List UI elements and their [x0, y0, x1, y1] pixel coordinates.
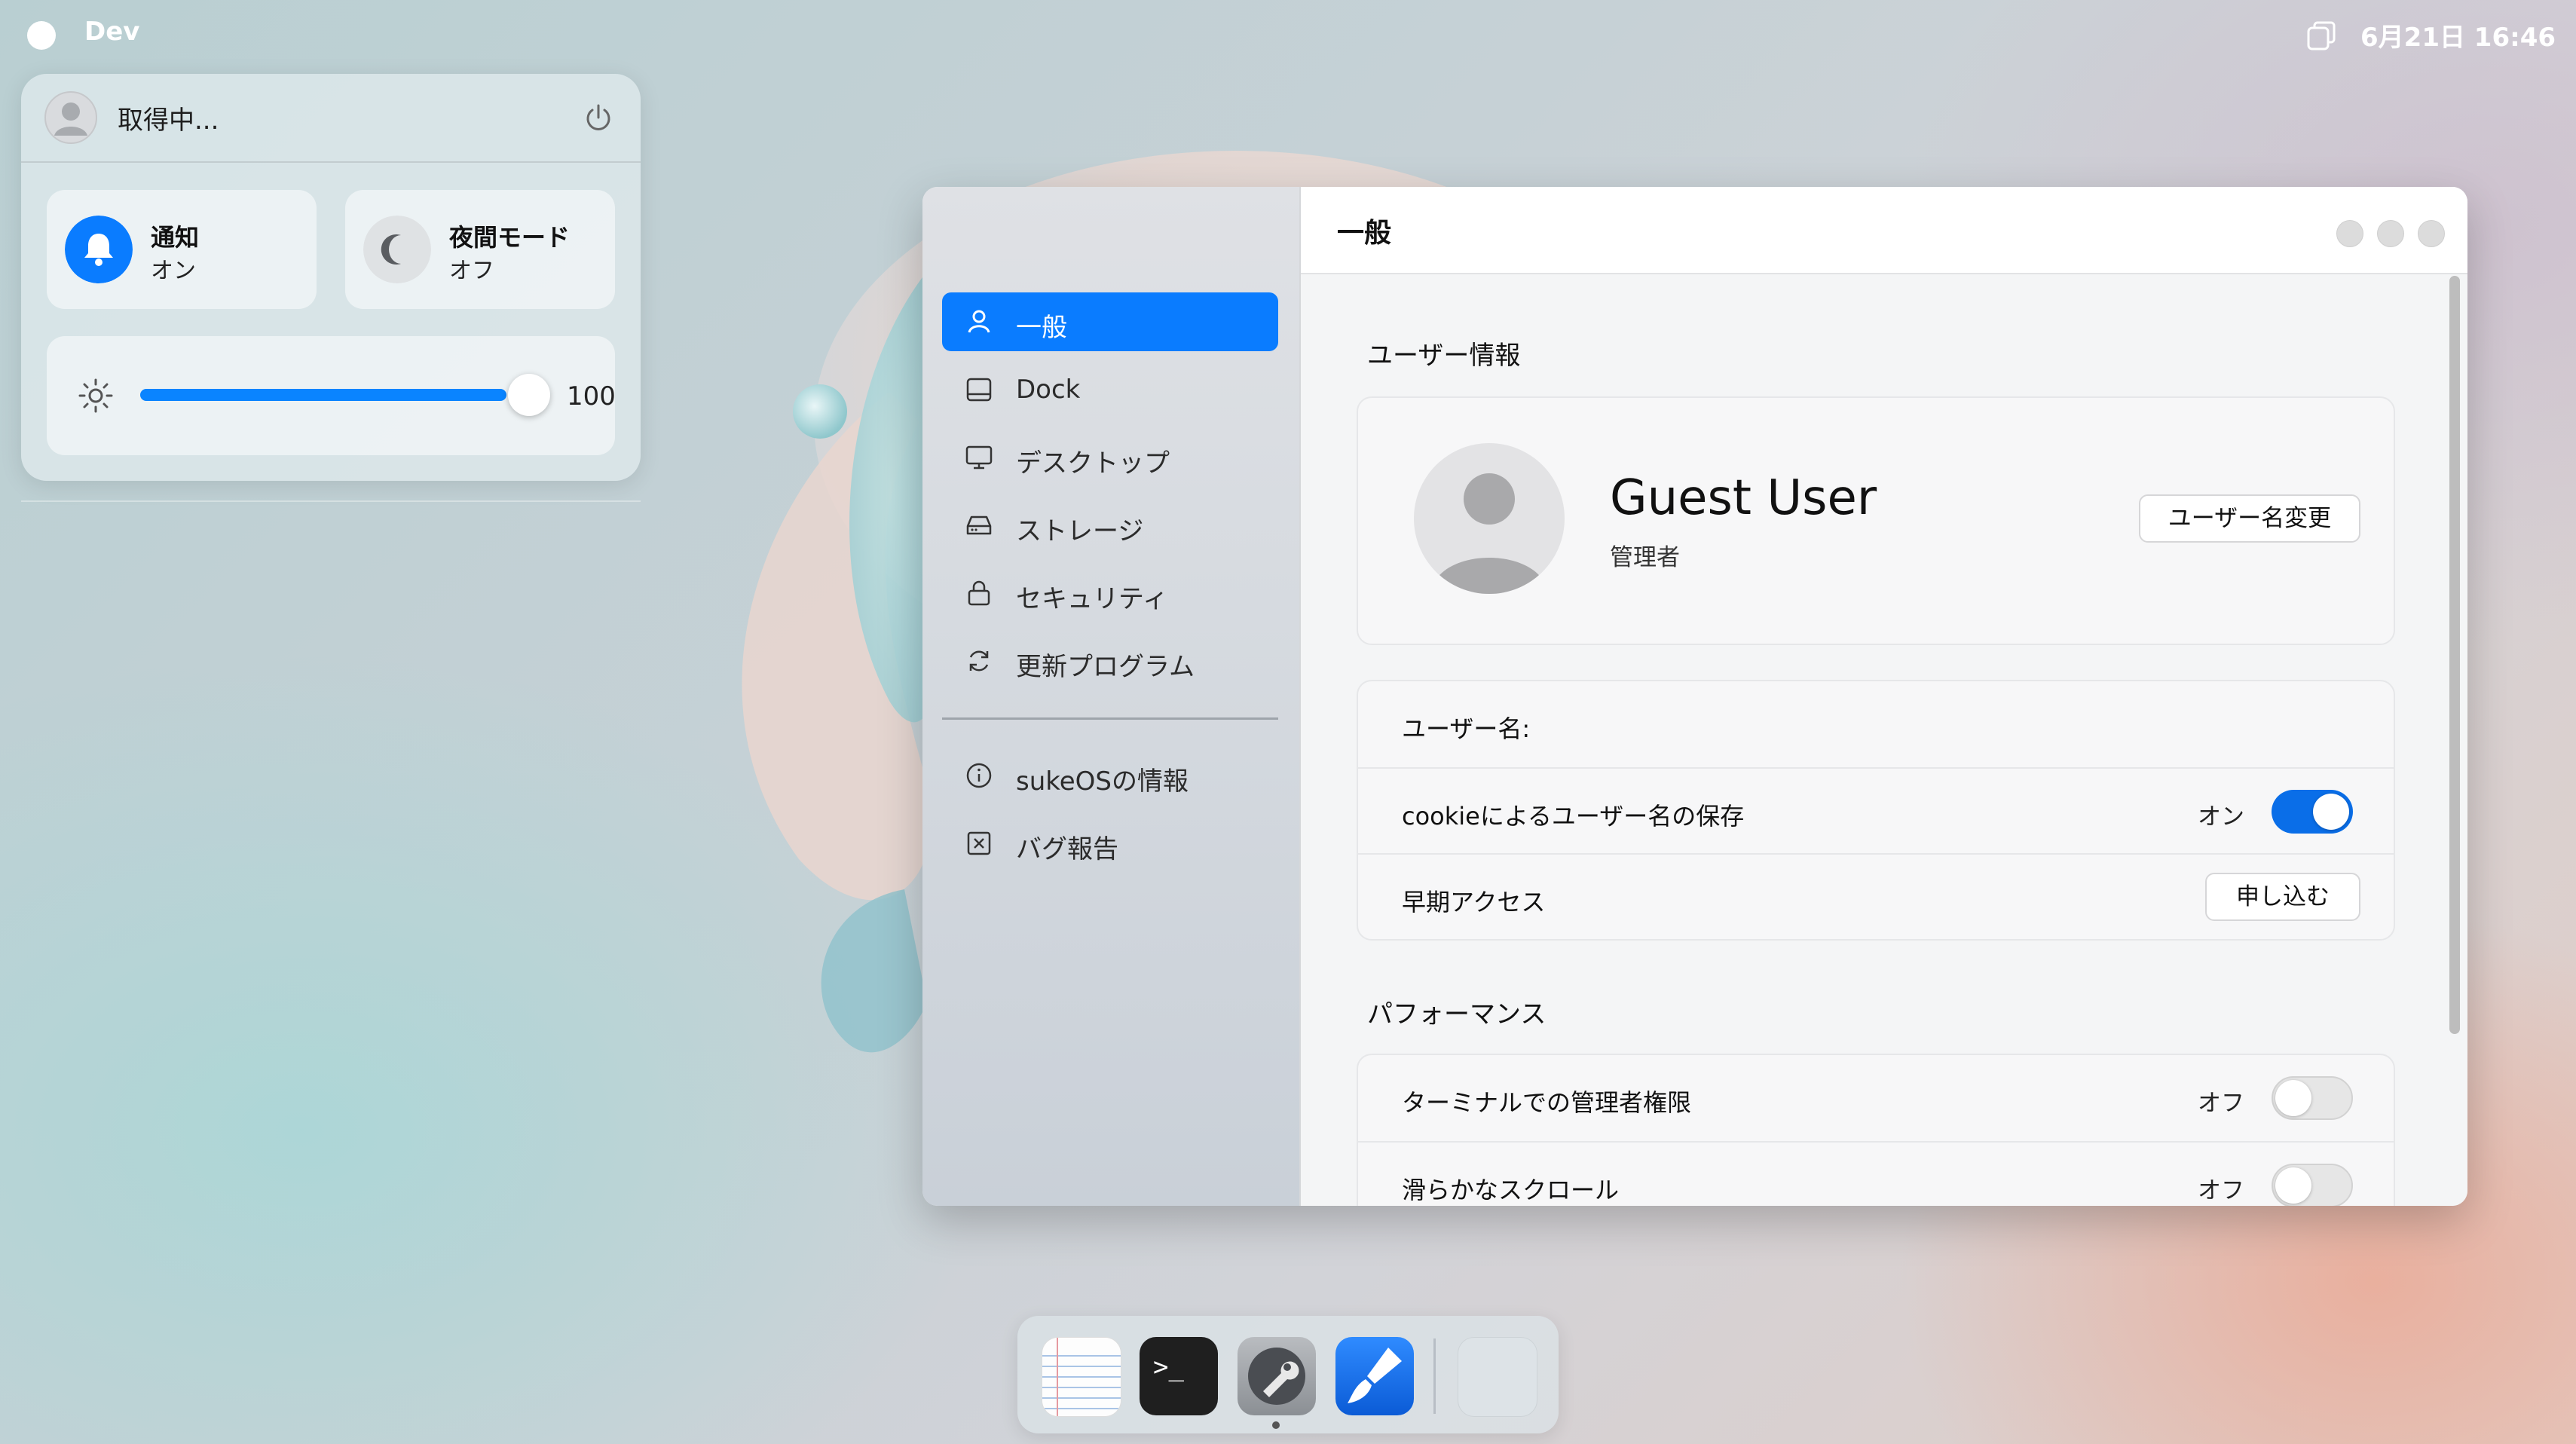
night-mode-state: オフ — [449, 258, 494, 284]
moon-icon — [363, 216, 431, 283]
paintbrush-icon — [1348, 1348, 1402, 1403]
smooth-scroll-toggle[interactable] — [2272, 1164, 2353, 1206]
early-access-label: 早期アクセス — [1402, 888, 1546, 916]
sidebar-item-label: 更新プログラム — [1016, 652, 1195, 682]
sidebar-item-dock[interactable]: Dock — [942, 360, 1278, 419]
dock-app-settings[interactable] — [1238, 1337, 1316, 1415]
performance-card: ターミナルでの管理者権限 オフ 滑らかなスクロール オフ — [1357, 1054, 2395, 1206]
bell-icon — [65, 216, 133, 283]
smooth-scroll-label: 滑らかなスクロール — [1402, 1176, 1620, 1204]
person-icon — [968, 310, 990, 333]
sidebar-item-general[interactable]: 一般 — [942, 292, 1278, 351]
settings-main-panel: 一般 ユーザー情報 Guest User 管理者 ユーザー名変更 ユーザー名: — [1301, 187, 2467, 1206]
wrench-icon — [1248, 1348, 1305, 1405]
early-access-apply-button[interactable]: 申し込む — [2205, 873, 2360, 921]
user-profile-card: Guest User 管理者 ユーザー名変更 — [1357, 396, 2395, 645]
brightness-slider-knob[interactable] — [508, 374, 550, 416]
cookie-save-toggle[interactable] — [2272, 790, 2353, 834]
running-indicator — [1272, 1421, 1280, 1429]
brightness-value: 100 — [567, 381, 616, 411]
sidebar-divider — [942, 717, 1278, 720]
user-settings-card: ユーザー名: cookieによるユーザー名の保存 オン 早期アクセス 申し込む — [1357, 680, 2395, 941]
user-avatar-icon[interactable] — [44, 90, 98, 145]
terminal-admin-state: オフ — [2198, 1090, 2244, 1117]
settings-sidebar: 一般 Dock デスクトップ ストレージ セキュリティ 更新プログラム suke… — [922, 187, 1301, 1206]
night-mode-toggle[interactable]: 夜間モード オフ — [345, 190, 615, 309]
username-row: ユーザー名: — [1358, 681, 2394, 767]
control-center-divider — [21, 500, 641, 502]
sidebar-item-label: セキュリティ — [1016, 584, 1168, 614]
minimize-button[interactable] — [2336, 220, 2363, 247]
drive-icon — [966, 515, 992, 535]
terminal-icon: >_ — [1153, 1352, 1184, 1382]
toggle-knob — [2313, 794, 2349, 830]
toggle-knob — [2275, 1167, 2311, 1204]
monitor-icon — [965, 445, 993, 470]
sidebar-item-label: 一般 — [1016, 313, 1067, 343]
settings-window: 一般 Dock デスクトップ ストレージ セキュリティ 更新プログラム suke… — [922, 187, 2467, 1206]
control-center: 取得中... 通知 オン 夜間モード オフ 100 — [21, 74, 641, 481]
terminal-admin-label: ターミナルでの管理者権限 — [1402, 1088, 1692, 1117]
profile-avatar-icon — [1414, 443, 1565, 594]
user-name: 取得中... — [118, 106, 219, 136]
dock-app-paint[interactable] — [1335, 1337, 1414, 1415]
power-icon[interactable] — [582, 101, 615, 134]
maximize-button[interactable] — [2377, 220, 2404, 247]
system-menu-dot-icon[interactable] — [27, 21, 56, 50]
dock-app-placeholder[interactable] — [1458, 1337, 1537, 1417]
brightness-slider-track[interactable] — [140, 389, 506, 401]
sidebar-item-updates[interactable]: 更新プログラム — [942, 632, 1278, 690]
sidebar-item-label: sukeOSの情報 — [1016, 766, 1189, 797]
close-button[interactable] — [2418, 220, 2445, 247]
dock-app-notes[interactable] — [1042, 1337, 1121, 1417]
notifications-state: オン — [151, 258, 196, 284]
early-access-row: 早期アクセス 申し込む — [1358, 853, 2394, 941]
sidebar-item-bug-report[interactable]: バグ報告 — [942, 814, 1278, 873]
section-title-performance: パフォーマンス — [1367, 999, 1547, 1029]
sidebar-item-about[interactable]: sukeOSの情報 — [942, 746, 1278, 805]
active-app-name: Dev — [84, 17, 140, 47]
brightness-control: 100 — [47, 336, 616, 455]
notifications-label: 通知 — [151, 223, 200, 252]
username-label: ユーザー名: — [1402, 714, 1531, 743]
cookie-save-row: cookieによるユーザー名の保存 オン — [1358, 767, 2394, 855]
change-username-button[interactable]: ユーザー名変更 — [2139, 494, 2360, 543]
sidebar-item-label: デスクトップ — [1016, 448, 1170, 479]
sidebar-item-security[interactable]: セキュリティ — [942, 564, 1278, 623]
terminal-admin-toggle[interactable] — [2272, 1076, 2353, 1120]
toggle-knob — [2275, 1080, 2311, 1116]
sidebar-item-storage[interactable]: ストレージ — [942, 496, 1278, 555]
dock-app-terminal[interactable]: >_ — [1140, 1337, 1218, 1415]
bug-report-icon — [967, 831, 991, 855]
notifications-toggle[interactable]: 通知 オン — [47, 190, 317, 309]
info-icon — [966, 763, 992, 788]
cookie-save-label: cookieによるユーザー名の保存 — [1402, 802, 1745, 831]
smooth-scroll-state: オフ — [2198, 1177, 2244, 1204]
profile-display-name: Guest User — [1610, 470, 1877, 526]
sidebar-item-label: バグ報告 — [1016, 834, 1118, 864]
terminal-admin-row: ターミナルでの管理者権限 オフ — [1358, 1055, 2394, 1141]
profile-role: 管理者 — [1610, 544, 1680, 571]
sidebar-item-label: Dock — [1016, 375, 1081, 405]
window-switcher-icon[interactable] — [2305, 20, 2338, 53]
sidebar-item-label: ストレージ — [1016, 516, 1144, 546]
window-titlebar[interactable]: 一般 — [1301, 187, 2467, 274]
dock-icon — [966, 378, 992, 402]
clock[interactable]: 6月21日 16:46 — [2360, 17, 2556, 54]
page-title: 一般 — [1337, 218, 1392, 249]
section-title-user-info: ユーザー情報 — [1367, 341, 1521, 371]
night-mode-label: 夜間モード — [449, 223, 571, 252]
notepad-icon — [1042, 1338, 1121, 1416]
refresh-icon — [969, 650, 989, 672]
smooth-scroll-row: 滑らかなスクロール オフ — [1358, 1141, 2394, 1206]
dock: >_ — [1017, 1316, 1559, 1433]
sidebar-item-desktop[interactable]: デスクトップ — [942, 428, 1278, 487]
lock-icon — [968, 580, 990, 606]
brightness-icon — [78, 378, 113, 413]
menu-bar: Dev 6月21日 16:46 — [0, 0, 2576, 71]
cookie-save-state: オン — [2198, 803, 2244, 831]
dock-divider — [1433, 1338, 1436, 1414]
control-center-header: 取得中... — [21, 74, 641, 163]
scrollbar[interactable] — [2449, 276, 2460, 1034]
